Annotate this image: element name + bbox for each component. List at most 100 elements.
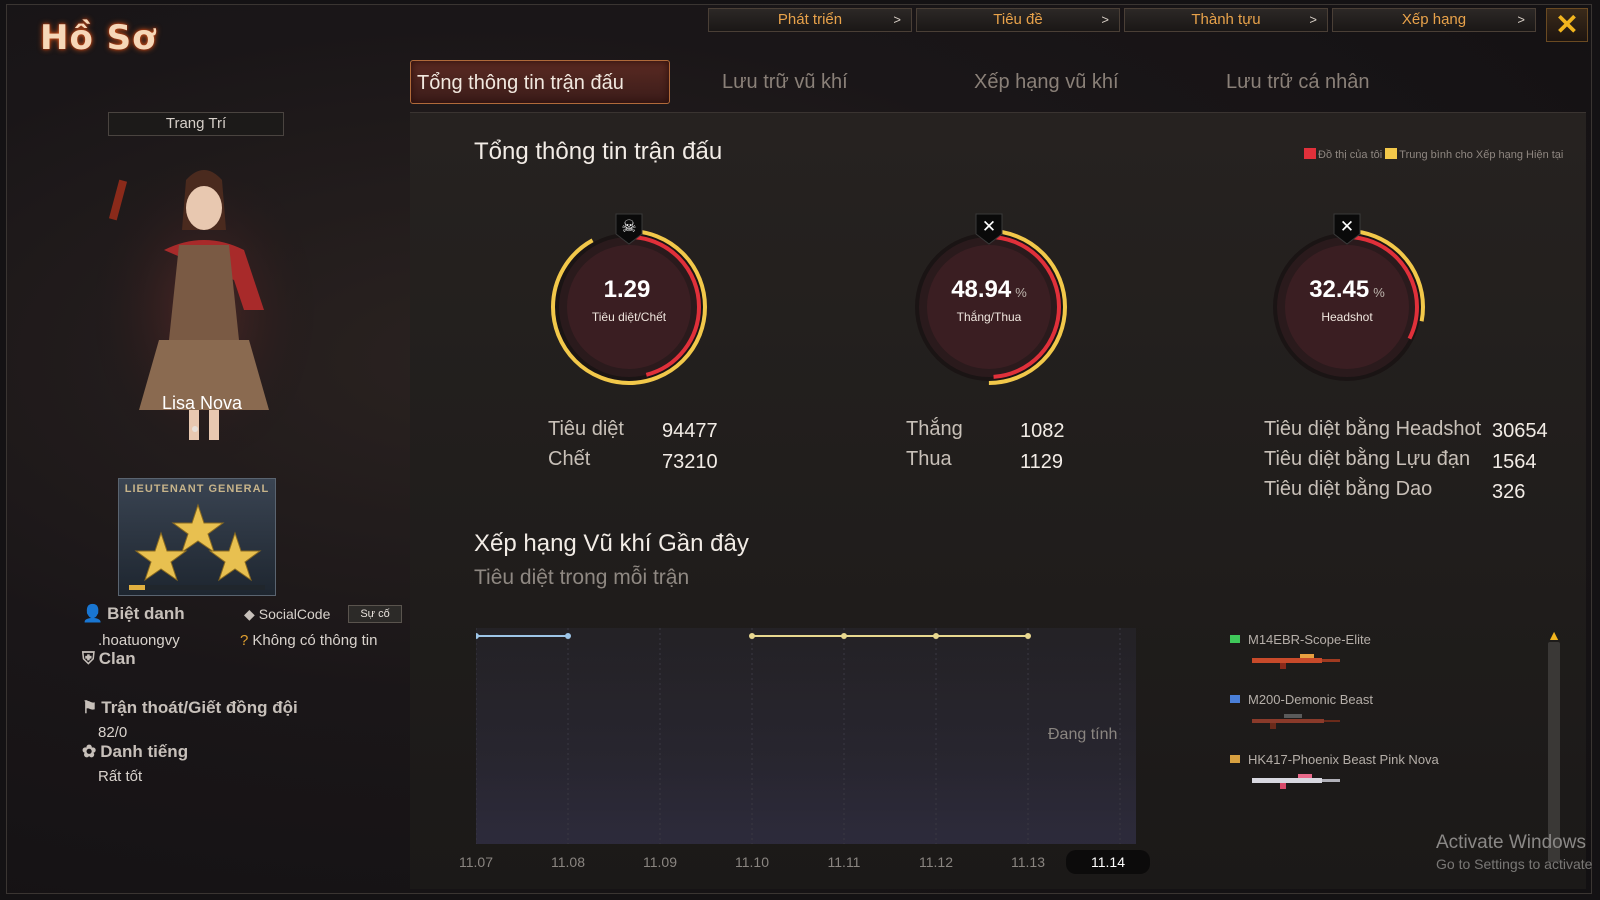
x-tick-label[interactable]: 11.09 bbox=[630, 854, 690, 870]
carousel-indicator[interactable] bbox=[192, 426, 198, 432]
rank-name: LIEUTENANT GENERAL bbox=[124, 483, 270, 495]
x-tick-label[interactable]: 11.10 bbox=[722, 854, 782, 870]
nav-achievement-button[interactable]: Thành tựu > bbox=[1124, 8, 1328, 32]
legend-mine-swatch bbox=[1304, 148, 1316, 159]
clan-label: ⛨ Clan bbox=[82, 649, 136, 668]
x-tick-label-selected[interactable]: 11.14 bbox=[1066, 850, 1150, 874]
gauge-inner bbox=[927, 245, 1051, 369]
weapon-item-3[interactable]: HK417-Phoenix Beast Pink Nova bbox=[1230, 752, 1439, 767]
x-tick-label[interactable]: 11.11 bbox=[814, 854, 874, 870]
losses-value: 1129 bbox=[1020, 451, 1064, 473]
kd-gauge: 1.29 Tiêu diệt/Chết ☠ bbox=[544, 213, 714, 392]
escape-value: 82/0 bbox=[98, 724, 128, 741]
summary-title: Tổng thông tin trận đấu bbox=[474, 138, 723, 165]
headshot-label: Headshot bbox=[1321, 310, 1373, 324]
reputation-label: ✿ Danh tiếng bbox=[82, 742, 189, 761]
character-name: Lisa Nova bbox=[162, 393, 243, 413]
winrate-value: 48.94% bbox=[951, 276, 1027, 303]
weapon-item-2[interactable]: M200-Demonic Beast bbox=[1230, 692, 1373, 707]
headshot-gauge: 32.45% Headshot ✕ bbox=[1262, 213, 1432, 392]
headshot-kills-value: 30654 bbox=[1492, 420, 1548, 442]
scroll-up-icon[interactable]: ▲ bbox=[1544, 628, 1564, 642]
tab-weapon-archive[interactable]: Lưu trữ vũ khí bbox=[670, 60, 924, 104]
legend-avg-label: Trung bình cho Xếp hạng Hiện tại bbox=[1399, 149, 1564, 161]
legend-swatch bbox=[1230, 635, 1240, 643]
tag-icon: ◆ bbox=[244, 606, 255, 622]
weapon-list-scrollbar[interactable] bbox=[1548, 642, 1560, 862]
tab-bar: Tổng thông tin trận đấu Lưu trữ vũ khí X… bbox=[410, 60, 1424, 104]
weapon-item-1[interactable]: M14EBR-Scope-Elite bbox=[1230, 632, 1371, 647]
gauge-ring bbox=[911, 229, 1067, 385]
medal-icon: ✿ bbox=[82, 742, 97, 761]
weapon-ranking-subtitle: Tiêu diệt trong mỗi trận bbox=[474, 566, 690, 589]
data-point bbox=[933, 633, 939, 639]
deaths-label: Chết bbox=[548, 448, 591, 470]
rifle-icon bbox=[1252, 774, 1340, 789]
gauge-ring bbox=[1269, 229, 1425, 385]
window-title: Hồ Sơ bbox=[40, 18, 157, 58]
nickname-value: .hoatuongvy bbox=[98, 632, 180, 649]
escape-label: ⚑ Trận thoát/Giết đồng đội bbox=[82, 698, 298, 717]
rank-progress-bar bbox=[129, 585, 265, 590]
grenade-kills-label: Tiêu diệt bằng Lựu đạn bbox=[1264, 448, 1471, 470]
data-point bbox=[476, 633, 479, 639]
gauge-ring bbox=[551, 229, 707, 385]
rifle-icon bbox=[1252, 654, 1340, 669]
chart-status: Đang tính bbox=[1048, 726, 1118, 743]
nav-development-button[interactable]: Phát triển > bbox=[708, 8, 912, 32]
nickname-label: 👤 Biệt danh bbox=[82, 604, 185, 623]
chevron-right-icon: > bbox=[1309, 12, 1317, 27]
knife-kills-label: Tiêu diệt bằng Dao bbox=[1264, 478, 1433, 500]
report-button[interactable]: Sự cố bbox=[348, 605, 402, 623]
legend-mine-label: Đồ thị của tôi bbox=[1318, 149, 1383, 161]
nav-title-button[interactable]: Tiêu đề > bbox=[916, 8, 1120, 32]
kd-label: Tiêu diệt/Chết bbox=[591, 310, 667, 324]
deaths-value: 73210 bbox=[662, 451, 718, 473]
winrate-label: Thắng/Thua bbox=[956, 310, 1022, 324]
legend-swatch bbox=[1230, 755, 1240, 763]
x-tick-label[interactable]: 11.13 bbox=[998, 854, 1058, 870]
sniper-icon bbox=[1252, 714, 1340, 729]
tab-personal-archive[interactable]: Lưu trữ cá nhân bbox=[1184, 60, 1424, 104]
kd-value: 1.29 bbox=[603, 276, 651, 303]
data-point bbox=[565, 633, 571, 639]
close-button[interactable]: ✕ bbox=[1546, 8, 1588, 42]
data-point bbox=[841, 633, 847, 639]
winrate-gauge: 48.94% Thắng/Thua ✕ bbox=[904, 213, 1074, 392]
wins-value: 1082 bbox=[1020, 420, 1065, 442]
wins-label: Thắng bbox=[906, 418, 963, 440]
headshot-value: 32.45% bbox=[1309, 276, 1385, 303]
tab-match-summary[interactable]: Tổng thông tin trận đấu bbox=[410, 60, 670, 104]
legend-avg-swatch bbox=[1385, 148, 1398, 159]
skull-icon: ☠ bbox=[614, 212, 644, 246]
kills-value: 94477 bbox=[662, 420, 718, 442]
x-tick-label[interactable]: 11.07 bbox=[446, 854, 506, 870]
shield-icon: ⛨ bbox=[82, 649, 95, 668]
data-point bbox=[749, 633, 755, 639]
top-nav: Phát triển > Tiêu đề > Thành tựu > Xếp hạng… bbox=[708, 8, 1536, 32]
nav-ranking-button[interactable]: Xếp hạng > bbox=[1332, 8, 1536, 32]
chevron-right-icon: > bbox=[893, 12, 901, 27]
question-icon: ? bbox=[240, 632, 249, 649]
socialcode-value: ? Không có thông tin bbox=[240, 632, 378, 649]
chart-legend: Đồ thị của tôi Trung bình cho Xếp hạng H… bbox=[1304, 148, 1574, 162]
knife-kills-value: 326 bbox=[1492, 481, 1526, 503]
running-icon: ⚑ bbox=[82, 698, 98, 717]
user-icon: 👤 bbox=[82, 604, 104, 623]
activation-watermark-hint: Go to Settings to activate bbox=[1436, 856, 1593, 872]
grenade-kills-value: 1564 bbox=[1492, 451, 1537, 473]
reputation-value: Rất tốt bbox=[98, 768, 143, 785]
weapon-ranking-title: Xếp hạng Vũ khí Gần đây bbox=[474, 530, 749, 557]
x-tick-label[interactable]: 11.08 bbox=[538, 854, 598, 870]
headshot-kills-label: Tiêu diệt bằng Headshot bbox=[1264, 418, 1482, 440]
kills-label: Tiêu diệt bbox=[548, 418, 624, 440]
x-tick-label[interactable]: 11.12 bbox=[906, 854, 966, 870]
gauge-inner bbox=[567, 245, 691, 369]
chevron-right-icon: > bbox=[1517, 12, 1525, 27]
socialcode-label: ◆ SocialCode bbox=[244, 606, 331, 622]
legend-swatch bbox=[1230, 695, 1240, 703]
decorate-button[interactable]: Trang Trí bbox=[108, 112, 284, 136]
tab-weapon-ranking[interactable]: Xếp hạng vũ khí bbox=[924, 60, 1184, 104]
star-icon bbox=[134, 503, 262, 582]
gauge-inner bbox=[1285, 245, 1409, 369]
